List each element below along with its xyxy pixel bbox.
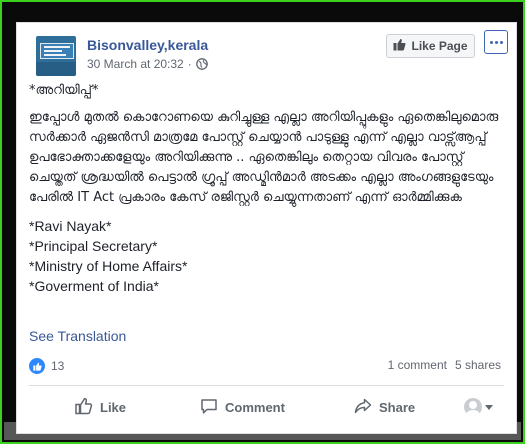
signature-line: *Ravi Nayak*: [29, 218, 112, 234]
share-icon: [354, 397, 372, 418]
post-actions-bar: Like Comment Share: [29, 387, 504, 427]
signature-line: *Goverment of India*: [29, 278, 159, 294]
like-page-button[interactable]: Like Page: [386, 34, 475, 58]
share-count-link[interactable]: 5 shares: [455, 358, 501, 372]
post-card: Bisonvalley,kerala 30 March at 20:32 · Li…: [16, 22, 517, 434]
post-paragraph: ഇപ്പോൾ മുതൽ കൊറോണയെ കുറിച്ചുള്ള എല്ലാ അറ…: [29, 110, 499, 205]
more-options-icon[interactable]: [484, 30, 508, 54]
reaction-selector[interactable]: [464, 391, 493, 423]
thumbs-up-icon: [75, 397, 93, 418]
see-translation-link[interactable]: See Translation: [29, 328, 126, 344]
page-name-link[interactable]: Bisonvalley,kerala: [87, 37, 208, 53]
globe-icon: [195, 58, 208, 73]
page-avatar[interactable]: [36, 36, 76, 76]
engagement-counts: 1 comment 5 shares: [388, 358, 501, 372]
meta-separator: ·: [187, 57, 192, 71]
comment-icon: [200, 397, 218, 418]
share-button[interactable]: Share: [354, 391, 415, 423]
post-meta: 30 March at 20:32 ·: [87, 57, 208, 73]
comment-count-link[interactable]: 1 comment: [388, 358, 447, 372]
like-label: Like: [100, 399, 127, 415]
comment-label: Comment: [225, 399, 285, 415]
like-reaction-icon: [29, 358, 45, 374]
like-button[interactable]: Like: [75, 391, 126, 423]
reaction-count: 13: [51, 359, 65, 373]
avatar-foliage-graphic: [36, 62, 76, 76]
avatar-sign-graphic: [40, 43, 74, 59]
post-timestamp[interactable]: 30 March at 20:32: [87, 57, 184, 71]
like-page-label: Like Page: [411, 39, 468, 53]
reactions-summary[interactable]: 13: [29, 358, 64, 374]
comment-button[interactable]: Comment: [200, 391, 285, 423]
user-avatar-icon: [464, 398, 482, 416]
chevron-down-icon: [485, 404, 493, 410]
signature-line: *Principal Secretary*: [29, 238, 158, 254]
signature-line: *Ministry of Home Affairs*: [29, 258, 188, 274]
post-heading: *അറിയിപ്പ്*: [29, 83, 99, 98]
thumbs-up-icon: [393, 38, 406, 54]
screenshot-frame: Bisonvalley,kerala 30 March at 20:32 · Li…: [0, 0, 525, 444]
share-label: Share: [379, 399, 416, 415]
actions-divider: [29, 385, 504, 386]
post-body: *അറിയിപ്പ്* ഇപ്പോൾ മുതൽ കൊറോണയെ കുറിച്ചു…: [29, 81, 507, 296]
